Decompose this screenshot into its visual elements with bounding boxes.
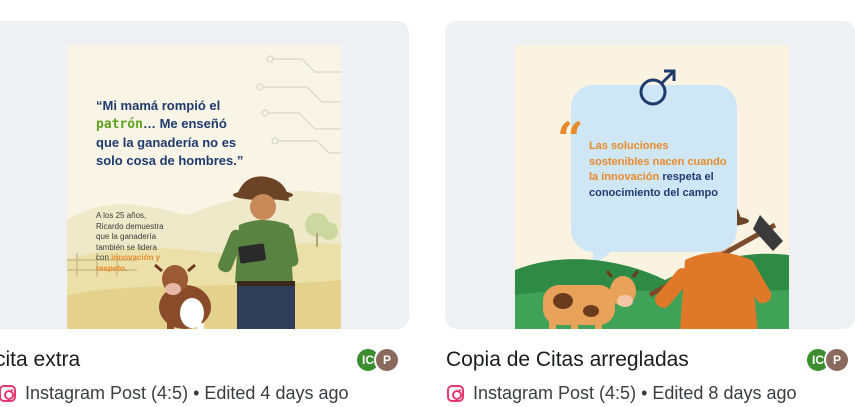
thumbnail-quote: “Mi mamá rompió el patrón… Me enseñó que…	[96, 98, 244, 168]
edited-time: Edited 4 days ago	[204, 383, 349, 403]
design-title[interactable]: cita extra	[0, 348, 80, 372]
design-thumbnail-frame[interactable]: “ Las soluciones sostenibles nacen cuand…	[445, 21, 855, 329]
separator: •	[641, 383, 648, 403]
instagram-icon	[447, 385, 464, 402]
instagram-icon	[0, 385, 16, 402]
thumbnail-quote: Las soluciones sostenibles nacen cuando …	[589, 140, 727, 199]
design-thumbnail[interactable]: “ Las soluciones sostenibles nacen cuand…	[515, 45, 789, 329]
male-symbol-icon	[639, 69, 676, 106]
separator: •	[193, 383, 200, 403]
design-card-copia-de-citas-arregladas[interactable]: “ Las soluciones sostenibles nacen cuand…	[445, 0, 855, 407]
quote-mark-icon: “	[557, 112, 584, 166]
design-thumbnail-frame[interactable]: “Mi mamá rompió el patrón… Me enseñó que…	[0, 21, 409, 329]
design-meta: Instagram Post (4:5) • Edited 8 days ago	[447, 383, 797, 404]
design-type: Instagram Post (4:5)	[473, 383, 637, 403]
design-title[interactable]: Copia de Citas arregladas	[446, 348, 689, 372]
collaborator-avatars[interactable]: IC P	[355, 347, 400, 373]
edited-time: Edited 8 days ago	[652, 383, 797, 403]
collaborator-avatars[interactable]: IC P	[805, 347, 850, 373]
design-type: Instagram Post (4:5)	[25, 383, 189, 403]
design-card-cita-extra[interactable]: “Mi mamá rompió el patrón… Me enseñó que…	[0, 0, 409, 407]
design-thumbnail[interactable]: “Mi mamá rompió el patrón… Me enseñó que…	[67, 45, 341, 329]
avatar[interactable]: P	[374, 347, 400, 373]
thumbnail-illustration	[67, 55, 341, 329]
thumbnail-subtext: A los 25 años, Ricardo demuestra que la …	[96, 211, 164, 273]
design-meta: Instagram Post (4:5) • Edited 4 days ago	[0, 383, 349, 404]
avatar[interactable]: P	[824, 347, 850, 373]
